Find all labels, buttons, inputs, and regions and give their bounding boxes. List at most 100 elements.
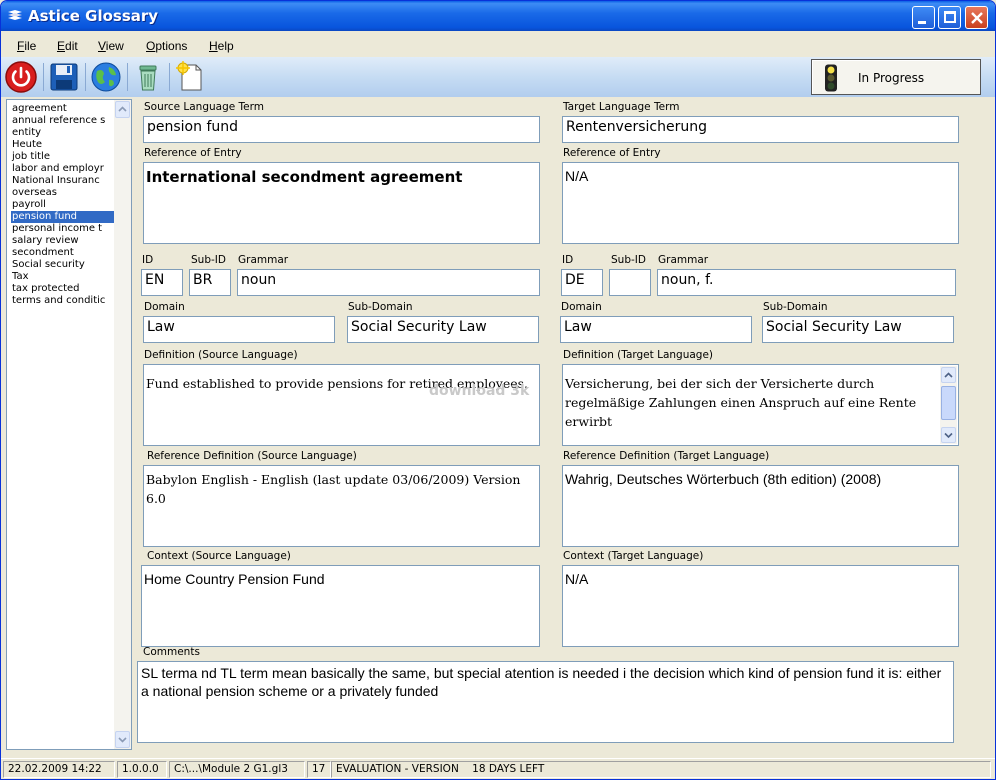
source-term-input[interactable]: pension fund bbox=[143, 116, 540, 143]
term-list-scrollbar[interactable] bbox=[114, 100, 131, 749]
comments-textarea[interactable]: SL terma nd TL term mean basically the s… bbox=[137, 661, 954, 743]
list-item[interactable]: labor and employr bbox=[11, 163, 114, 175]
list-item[interactable]: salary review bbox=[11, 235, 114, 247]
list-item[interactable]: tax protected bbox=[11, 283, 114, 295]
list-item[interactable]: job title bbox=[11, 151, 114, 163]
list-item[interactable]: personal income t bbox=[11, 223, 114, 235]
source-id-label: ID bbox=[142, 254, 154, 266]
status-entry-count: 17 bbox=[307, 761, 331, 778]
watermark: download 3k bbox=[429, 383, 530, 399]
source-reference-textarea[interactable]: International secondment agreement bbox=[143, 162, 540, 244]
scroll-down-button[interactable] bbox=[941, 427, 956, 443]
target-subid-label: Sub-ID bbox=[611, 254, 646, 266]
target-context-textarea[interactable]: N/A bbox=[562, 565, 959, 647]
close-icon bbox=[971, 12, 983, 24]
target-subdomain-label: Sub-Domain bbox=[763, 301, 828, 313]
maximize-button[interactable] bbox=[938, 6, 961, 29]
list-item[interactable]: payroll bbox=[11, 199, 114, 211]
status-file-path: C:\...\Module 2 G1.gl3 bbox=[169, 761, 305, 778]
delete-button[interactable] bbox=[131, 60, 165, 94]
list-item[interactable]: terms and conditic bbox=[11, 295, 114, 307]
source-subid-input[interactable]: BR bbox=[189, 269, 231, 296]
power-button[interactable] bbox=[4, 60, 38, 94]
source-ref-definition-label: Reference Definition (Source Language) bbox=[147, 450, 357, 462]
title-bar[interactable]: Astice Glossary bbox=[1, 1, 995, 31]
globe-button[interactable] bbox=[89, 60, 123, 94]
progress-status-box: In Progress bbox=[811, 59, 981, 95]
window-title: Astice Glossary bbox=[28, 7, 159, 25]
source-grammar-input[interactable]: noun bbox=[237, 269, 540, 296]
list-item[interactable]: Tax bbox=[11, 271, 114, 283]
source-domain-input[interactable]: Law bbox=[143, 316, 335, 343]
source-context-textarea[interactable]: Home Country Pension Fund bbox=[141, 565, 540, 647]
menu-file[interactable]: File bbox=[17, 39, 36, 53]
minimize-icon bbox=[918, 21, 926, 24]
term-list[interactable]: agreement annual reference s entity Heute jo… bbox=[6, 99, 132, 750]
chevron-down-icon bbox=[944, 432, 953, 439]
source-domain-label: Domain bbox=[144, 301, 185, 313]
source-ref-definition-textarea[interactable]: Babylon English - English (last update 0… bbox=[143, 465, 540, 547]
target-definition-text: Versicherung, bei der sich der Versicher… bbox=[565, 376, 917, 429]
target-definition-textarea[interactable]: Versicherung, bei der sich der Versicher… bbox=[562, 364, 959, 446]
list-item[interactable]: overseas bbox=[11, 187, 114, 199]
target-domain-label: Domain bbox=[561, 301, 602, 313]
scroll-down-button[interactable] bbox=[115, 731, 130, 748]
source-context-label: Context (Source Language) bbox=[147, 550, 291, 562]
target-term-input[interactable]: Rentenversicherung bbox=[562, 116, 959, 143]
list-item[interactable]: annual reference s bbox=[11, 115, 114, 127]
save-icon bbox=[50, 63, 78, 91]
close-button[interactable] bbox=[965, 6, 988, 29]
target-context-label: Context (Target Language) bbox=[563, 550, 704, 562]
traffic-light-icon bbox=[825, 64, 837, 92]
target-subdomain-input[interactable]: Social Security Law bbox=[762, 316, 954, 343]
source-subid-label: Sub-ID bbox=[191, 254, 226, 266]
source-id-input[interactable]: EN bbox=[141, 269, 183, 296]
new-entry-button[interactable] bbox=[173, 60, 207, 94]
menu-edit[interactable]: Edit bbox=[57, 39, 78, 53]
list-item[interactable]: agreement bbox=[11, 103, 114, 115]
list-item[interactable]: entity bbox=[11, 127, 114, 139]
list-item[interactable]: Heute bbox=[11, 139, 114, 151]
source-definition-label: Definition (Source Language) bbox=[144, 349, 298, 361]
scroll-up-button[interactable] bbox=[941, 367, 956, 383]
status-message: EVALUATION - VERSION 18 DAYS LEFT bbox=[331, 761, 991, 778]
status-datetime: 22.02.2009 14:22 bbox=[3, 761, 115, 778]
target-subid-input[interactable] bbox=[609, 269, 651, 296]
list-item[interactable]: secondment bbox=[11, 247, 114, 259]
target-grammar-input[interactable]: noun, f. bbox=[657, 269, 956, 296]
source-subdomain-input[interactable]: Social Security Law bbox=[347, 316, 539, 343]
toolbar: In Progress bbox=[1, 57, 995, 97]
source-subdomain-label: Sub-Domain bbox=[348, 301, 413, 313]
scroll-thumb[interactable] bbox=[941, 386, 956, 420]
target-id-input[interactable]: DE bbox=[561, 269, 603, 296]
toolbar-separator bbox=[85, 63, 86, 91]
source-definition-textarea[interactable]: Fund established to provide pensions for… bbox=[143, 364, 540, 446]
save-button[interactable] bbox=[47, 60, 81, 94]
trash-icon bbox=[139, 65, 157, 91]
target-reference-textarea[interactable]: N/A bbox=[562, 162, 959, 244]
new-document-icon bbox=[176, 61, 202, 91]
maximize-icon bbox=[944, 11, 956, 23]
target-domain-input[interactable]: Law bbox=[560, 316, 752, 343]
app-icon bbox=[8, 10, 22, 20]
source-grammar-label: Grammar bbox=[238, 254, 289, 266]
target-ref-definition-textarea[interactable]: Wahrig, Deutsches Wörterbuch (8th editio… bbox=[562, 465, 959, 547]
menu-options[interactable]: Options bbox=[146, 39, 187, 53]
scroll-up-button[interactable] bbox=[115, 101, 130, 118]
comments-label: Comments bbox=[143, 646, 200, 658]
list-item[interactable]: Social security bbox=[11, 259, 114, 271]
source-term-label: Source Language Term bbox=[144, 101, 265, 113]
minimize-button[interactable] bbox=[912, 6, 935, 29]
chevron-up-icon bbox=[118, 106, 127, 112]
target-definition-scrollbar[interactable] bbox=[940, 366, 957, 444]
progress-status-label: In Progress bbox=[858, 71, 925, 85]
menu-view[interactable]: View bbox=[98, 39, 124, 53]
list-item[interactable]: National Insuranc bbox=[11, 175, 114, 187]
source-reference-label: Reference of Entry bbox=[144, 147, 242, 159]
target-definition-label: Definition (Target Language) bbox=[563, 349, 714, 361]
target-term-label: Target Language Term bbox=[563, 101, 680, 113]
menu-help[interactable]: Help bbox=[209, 39, 234, 53]
toolbar-separator bbox=[43, 63, 44, 91]
list-item[interactable]: pension fund bbox=[11, 211, 114, 223]
chevron-up-icon bbox=[944, 372, 953, 378]
